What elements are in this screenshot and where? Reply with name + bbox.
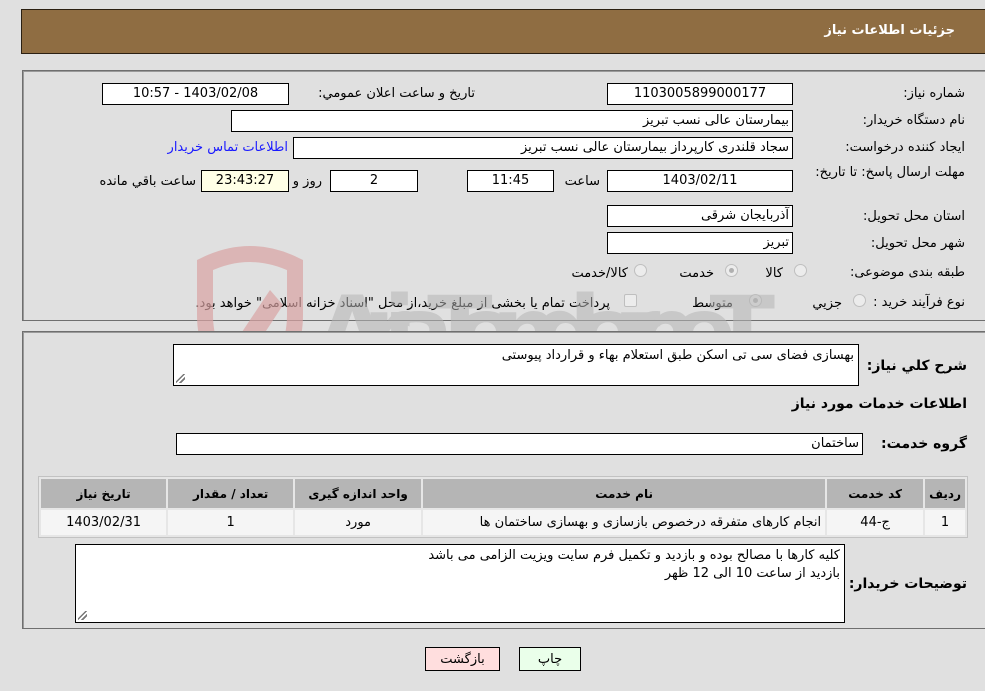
time-remaining-field: 23:43:27 [201, 170, 289, 192]
resize-grip-icon[interactable] [176, 374, 185, 383]
col-service-name: نام خدمت [423, 479, 826, 508]
requester-field[interactable]: سجاد قلندری کارپرداز بیمارستان عالی نسب … [293, 137, 793, 159]
cell-need-date: 1403/02/31 [41, 510, 167, 535]
col-row-number: ردیف [925, 479, 965, 508]
purchase-option-minor: جزیي [812, 296, 842, 311]
days-label: روز و [292, 174, 322, 189]
table-header-row: ردیف کد خدمت نام خدمت واحد اندازه گیری ت… [41, 479, 965, 508]
purchase-type-label: نوع فرآیند خرید : [873, 295, 965, 310]
description-label: شرح كلي نياز: [866, 358, 967, 374]
purchase-option-medium: متوسط [692, 296, 733, 311]
deadline-time-field[interactable]: 11:45 [467, 170, 554, 192]
service-group-field[interactable]: ساختمان [176, 433, 863, 455]
table-row: 1 ج-44 انجام کارهای متفرقه درخصوص بازساز… [41, 510, 965, 535]
page-header: جزئیات اطلاعات نیاز [21, 9, 985, 54]
buyer-notes-line: بازدید از ساعت 10 الی 12 ظهر [664, 566, 840, 581]
deadline-time-label: ساعت [564, 174, 600, 189]
purchase-radio-minor[interactable] [853, 294, 866, 307]
print-button[interactable]: چاپ [519, 647, 581, 671]
description-textarea[interactable]: بهسازی فضای سی تی اسکن طبق استعلام بهاء … [173, 344, 859, 386]
need-number-label: شماره نیاز: [903, 86, 965, 101]
description-text: بهسازی فضای سی تی اسکن طبق استعلام بهاء … [501, 348, 854, 363]
city-field[interactable]: تبریز [607, 232, 793, 254]
cell-service-name: انجام کارهای متفرقه درخصوص بازسازی و بهس… [423, 510, 826, 535]
buyer-org-label: نام دستگاه خریدار: [862, 113, 965, 128]
cell-row-number: 1 [925, 510, 965, 535]
services-heading: اطلاعات خدمات مورد نیاز [791, 396, 967, 412]
time-remaining-label: ساعت باقي مانده [99, 174, 196, 189]
treasury-note: پرداخت تمام یا بخشی از مبلغ خرید،از محل … [195, 296, 610, 311]
buyer-notes-line: کلیه کارها با مصالح بوده و بازدید و تکمی… [428, 548, 840, 563]
days-remaining-field[interactable]: 2 [330, 170, 418, 192]
back-button[interactable]: بازگشت [425, 647, 500, 671]
requester-label: ایجاد کننده درخواست: [845, 140, 965, 155]
col-need-date: تاریخ نیاز [41, 479, 167, 508]
buyer-notes-textarea[interactable]: کلیه کارها با مصالح بوده و بازدید و تکمی… [75, 544, 845, 623]
services-table: ردیف کد خدمت نام خدمت واحد اندازه گیری ت… [38, 476, 968, 538]
cell-quantity: 1 [168, 510, 294, 535]
category-option-service: خدمت [679, 266, 714, 281]
announce-datetime-field[interactable]: 1403/02/08 - 10:57 [102, 83, 289, 105]
buyer-org-field[interactable]: بیمارستان عالی نسب تبریز [231, 110, 793, 132]
city-label: شهر محل تحویل: [870, 236, 965, 251]
cell-service-code: ج-44 [827, 510, 924, 535]
deadline-label: مهلت ارسال پاسخ: تا تاریخ: [815, 165, 965, 180]
cell-unit: مورد [295, 510, 422, 535]
province-field[interactable]: آذربایجان شرقی [607, 205, 793, 227]
category-option-goods: کالا [765, 266, 783, 281]
buyer-notes-label: توضیحات خریدار: [848, 576, 967, 592]
purchase-radio-medium[interactable] [749, 294, 762, 307]
service-group-label: گروه خدمت: [881, 436, 967, 452]
buyer-contact-link[interactable]: اطلاعات تماس خریدار [168, 140, 288, 155]
category-radio-goods[interactable] [794, 264, 807, 277]
category-radio-goods-service[interactable] [634, 264, 647, 277]
resize-grip-icon[interactable] [78, 611, 87, 620]
category-radio-service[interactable] [725, 264, 738, 277]
col-unit: واحد اندازه گیری [295, 479, 422, 508]
page-title: جزئیات اطلاعات نیاز [824, 23, 955, 38]
category-option-goods-service: کالا/خدمت [571, 266, 628, 281]
deadline-date-field[interactable]: 1403/02/11 [607, 170, 793, 192]
province-label: استان محل تحویل: [863, 209, 965, 224]
announce-datetime-label: تاریخ و ساعت اعلان عمومي: [318, 86, 475, 101]
treasury-checkbox[interactable] [624, 294, 637, 307]
need-number-field[interactable]: 1103005899000177 [607, 83, 793, 105]
col-service-code: کد خدمت [827, 479, 924, 508]
category-label: طبقه بندی موضوعی: [849, 265, 965, 280]
need-info-panel [22, 70, 985, 321]
col-quantity: تعداد / مقدار [168, 479, 294, 508]
